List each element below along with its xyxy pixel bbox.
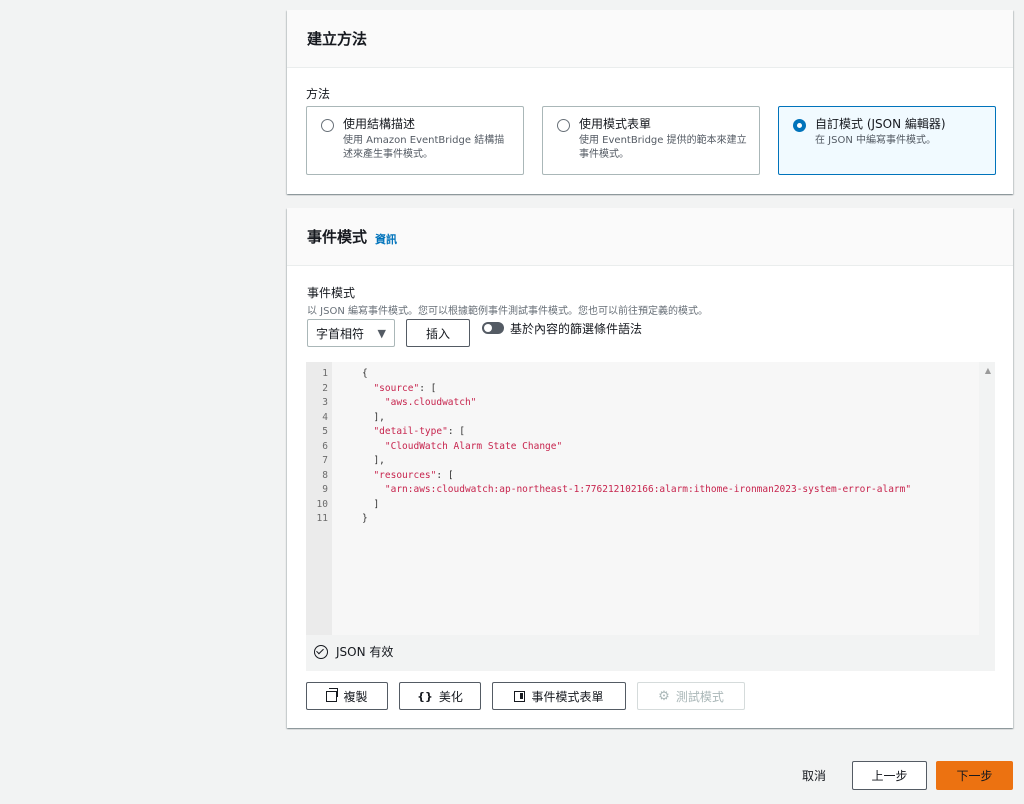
radio-button-selected[interactable] xyxy=(793,119,806,132)
line-number: 9 xyxy=(322,484,328,495)
code-line: "resources": [ xyxy=(373,469,454,481)
panel-header: 事件模式 資訊 xyxy=(287,208,1013,266)
valid-text: JSON 有效 xyxy=(336,645,394,659)
method-field-label: 方法 xyxy=(306,87,331,101)
editor-actions: 複製 {} 美化 事件模式表單 ⚙ 測試模式 xyxy=(306,682,745,710)
code-line: } xyxy=(362,513,368,524)
radio-card-custom-json[interactable]: 自訂模式 (JSON 編輯器) 在 JSON 中編寫事件模式。 xyxy=(778,106,996,175)
copy-icon xyxy=(326,687,339,702)
radio-button[interactable] xyxy=(321,119,334,132)
radio-description: 使用 EventBridge 提供的範本來建立事件模式。 xyxy=(579,135,747,160)
radio-title: 使用結構描述 xyxy=(343,117,416,131)
line-number: 8 xyxy=(322,469,328,481)
beautify-button[interactable]: {} 美化 xyxy=(399,682,481,710)
event-pattern-description: 以 JSON 編寫事件模式。您可以根據範例事件測試事件模式。您也可以前往預定義的… xyxy=(307,306,709,317)
line-number: 6 xyxy=(322,440,328,452)
radio-card-pattern-form[interactable]: 使用模式表單 使用 EventBridge 提供的範本來建立事件模式。 xyxy=(542,106,760,175)
code-line: ], xyxy=(362,455,385,466)
code-area[interactable]: { "source": [ "aws.cloudwatch" ], "detai… xyxy=(332,362,979,635)
match-type-select[interactable]: 字首相符 ▼ xyxy=(307,319,395,347)
wizard-footer: 取消 上一步 下一步 xyxy=(802,761,1013,790)
gear-icon: ⚙ xyxy=(658,688,670,704)
select-value: 字首相符 xyxy=(316,326,365,341)
line-number: 11 xyxy=(316,513,328,524)
editor-scrollbar[interactable]: ▲ xyxy=(979,362,995,635)
code-line: ], xyxy=(362,411,385,423)
insert-button[interactable]: 插入 xyxy=(406,319,470,347)
editor-gutter: 1 2 3 4 5 6 7 8 9 10 11 xyxy=(306,362,332,635)
code-line: "detail-type": [ xyxy=(373,426,465,437)
json-editor: 1 2 3 4 5 6 7 8 9 10 11 { "source": [ "aws.cloudwa… xyxy=(306,362,995,671)
code-line: "arn:aws:cloudwatch:ap-northeast-1:77621… xyxy=(384,484,912,495)
radio-title: 使用模式表單 xyxy=(579,117,652,131)
radio-card-schema[interactable]: 使用結構描述 使用 Amazon EventBridge 結構描述來產生事件模式… xyxy=(306,106,524,175)
panel-header: 建立方法 xyxy=(287,10,1013,68)
line-number: 3 xyxy=(322,397,328,408)
event-pattern-panel: 事件模式 資訊 事件模式 以 JSON 編寫事件模式。您可以根據範例事件測試事件… xyxy=(287,208,1013,728)
test-label: 測試模式 xyxy=(675,689,724,704)
line-number: 2 xyxy=(322,382,328,394)
code-line: "source": [ xyxy=(373,382,437,394)
line-number: 10 xyxy=(316,498,328,510)
cancel-button[interactable]: 取消 xyxy=(802,767,826,784)
beautify-label: 美化 xyxy=(438,689,463,704)
validation-status: JSON 有效 xyxy=(314,643,393,660)
code-content[interactable]: { "source": [ "aws.cloudwatch" ], "detai… xyxy=(362,367,911,527)
editor-controls: 字首相符 ▼ 插入 基於內容的篩選條件語法 xyxy=(307,319,642,347)
method-radio-group: 使用結構描述 使用 Amazon EventBridge 結構描述來產生事件模式… xyxy=(306,106,996,175)
code-line: { xyxy=(362,368,368,379)
form-label: 事件模式表單 xyxy=(531,689,604,704)
info-link[interactable]: 資訊 xyxy=(375,231,397,247)
line-number: 5 xyxy=(322,426,328,437)
line-number: 7 xyxy=(322,455,328,466)
radio-title: 自訂模式 (JSON 編輯器) xyxy=(815,117,946,131)
copy-label: 複製 xyxy=(343,689,368,704)
line-number: 1 xyxy=(322,368,328,379)
code-line: ] xyxy=(362,498,380,510)
radio-description: 在 JSON 中編寫事件模式。 xyxy=(815,135,937,146)
panel-title: 建立方法 xyxy=(307,30,368,48)
next-button[interactable]: 下一步 xyxy=(936,761,1013,790)
creation-method-panel: 建立方法 方法 使用結構描述 使用 Amazon EventBridge 結構描… xyxy=(287,10,1013,194)
braces-icon: {} xyxy=(417,689,433,703)
form-icon xyxy=(514,690,526,702)
radio-button[interactable] xyxy=(557,119,570,132)
pattern-form-button[interactable]: 事件模式表單 xyxy=(492,682,626,710)
line-number: 4 xyxy=(322,411,328,423)
check-circle-icon xyxy=(314,644,328,659)
event-pattern-label: 事件模式 xyxy=(307,286,356,300)
panel-title: 事件模式 xyxy=(307,228,368,246)
scroll-up-icon[interactable]: ▲ xyxy=(985,366,991,375)
copy-button[interactable]: 複製 xyxy=(306,682,388,710)
radio-description: 使用 Amazon EventBridge 結構描述來產生事件模式。 xyxy=(343,135,505,160)
toggle-label: 基於內容的篩選條件語法 xyxy=(510,321,643,336)
code-line: "aws.cloudwatch" xyxy=(384,397,477,408)
test-pattern-button[interactable]: ⚙ 測試模式 xyxy=(637,682,745,710)
line-numbers: 1 2 3 4 5 6 7 8 9 10 11 xyxy=(306,367,328,527)
content-filter-toggle[interactable] xyxy=(482,322,504,334)
previous-button[interactable]: 上一步 xyxy=(852,761,927,790)
code-line: "CloudWatch Alarm State Change" xyxy=(384,440,563,452)
caret-down-icon: ▼ xyxy=(377,326,386,340)
